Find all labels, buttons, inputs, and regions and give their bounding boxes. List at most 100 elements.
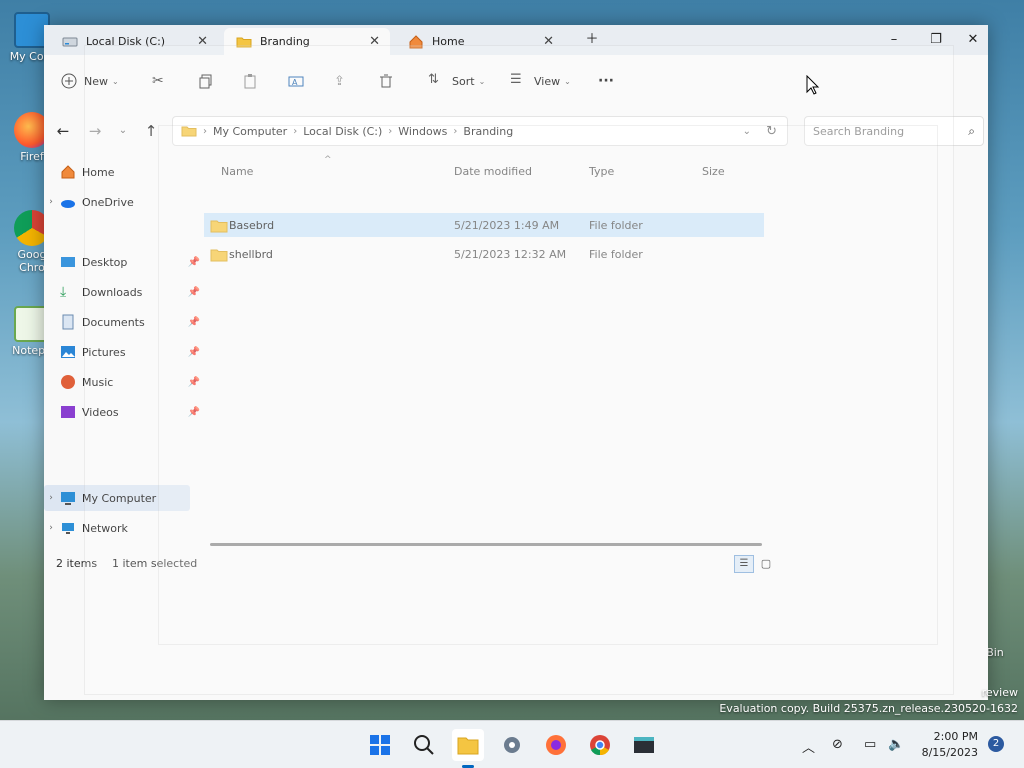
nav-item-label: Music (82, 375, 114, 389)
display-icon[interactable]: ▭ (864, 737, 876, 752)
column-header-date[interactable]: Date modified (454, 165, 532, 178)
chevron-down-icon: ⌄ (478, 76, 486, 86)
maximize-button[interactable]: ❐ (916, 28, 956, 52)
refresh-icon[interactable]: ↻ (766, 124, 777, 139)
nav-item-label: Pictures (82, 345, 126, 359)
gear-icon (504, 737, 520, 753)
tiles-view-button[interactable]: ▢ (756, 555, 776, 573)
chevron-right-icon[interactable]: › (44, 523, 58, 533)
chevron-right-icon: › (293, 125, 298, 137)
close-tab-icon[interactable]: ✕ (369, 34, 380, 49)
firefox-taskbar-button[interactable] (540, 729, 572, 761)
rename-button[interactable]: A (288, 69, 304, 93)
back-button[interactable]: ← (52, 120, 74, 142)
tab-branding[interactable]: Branding ✕ (224, 28, 390, 55)
pin-icon: 📌 (187, 376, 200, 388)
horizontal-scrollbar[interactable] (210, 543, 762, 546)
nav-item-my-computer[interactable]: › My Computer (44, 485, 190, 511)
nav-item-desktop[interactable]: Desktop 📌 (44, 249, 204, 275)
search-input[interactable]: Search Branding (813, 125, 904, 138)
address-row: ← → ⌄ ↑ › My Computer › Local Disk (C:) … (44, 111, 988, 149)
file-date: 5/21/2023 1:49 AM (454, 219, 560, 232)
recent-locations-button[interactable]: ⌄ (112, 120, 134, 142)
svg-text:A: A (292, 78, 298, 87)
monitor-icon (60, 490, 76, 506)
file-date: 5/21/2023 12:32 AM (454, 248, 567, 261)
file-explorer-taskbar-button[interactable] (452, 729, 484, 761)
nav-item-downloads[interactable]: ⤓ Downloads 📌 (44, 279, 204, 305)
breadcrumb-branding[interactable]: Branding (463, 125, 513, 138)
view-button-label: View (534, 74, 561, 88)
chevron-right-icon: › (203, 125, 207, 137)
network-status-icon[interactable]: ⊘ (832, 737, 843, 752)
chevron-right-icon: › (453, 125, 458, 137)
sort-button[interactable]: ⇅ Sort ⌄ (428, 69, 485, 93)
nav-item-label: Videos (82, 405, 119, 419)
breadcrumb-windows[interactable]: Windows (398, 125, 447, 138)
nav-item-label: Desktop (82, 255, 128, 269)
clock[interactable]: 2:00 PM 8/15/2023 (918, 729, 978, 761)
nav-item-label: Home (82, 165, 115, 179)
close-window-button[interactable]: ✕ (958, 28, 988, 52)
column-header-name[interactable]: Name (221, 165, 253, 178)
chevron-right-icon[interactable]: › (44, 493, 58, 503)
nav-item-pictures[interactable]: Pictures 📌 (44, 339, 204, 365)
more-options-button[interactable]: ··· (598, 69, 614, 93)
details-view-button[interactable]: ☰ (734, 555, 754, 573)
breadcrumb-local-disk[interactable]: Local Disk (C:) (303, 125, 382, 138)
nav-item-onedrive[interactable]: › OneDrive (44, 189, 204, 215)
video-icon (60, 404, 76, 420)
terminal-taskbar-button[interactable] (628, 729, 660, 761)
share-button[interactable]: ⇪ (334, 69, 345, 93)
nav-item-network[interactable]: › Network (44, 515, 204, 541)
paste-button[interactable] (242, 69, 258, 93)
mouse-cursor-icon (806, 75, 820, 95)
folder-icon (457, 737, 479, 755)
chevron-right-icon[interactable]: › (44, 197, 58, 207)
chrome-taskbar-button[interactable] (584, 729, 616, 761)
pin-icon: 📌 (187, 316, 200, 328)
tab-local-disk[interactable]: Local Disk (C:) ✕ (50, 28, 218, 55)
folder-icon (236, 34, 252, 50)
column-header-type[interactable]: Type (589, 165, 614, 178)
file-type: File folder (589, 248, 643, 261)
delete-button[interactable] (378, 69, 394, 93)
close-tab-icon[interactable]: ✕ (543, 34, 554, 49)
nav-item-documents[interactable]: Documents 📌 (44, 309, 204, 335)
search-box[interactable]: Search Branding ⌕ (804, 116, 984, 146)
new-tab-button[interactable]: ＋ (572, 28, 612, 52)
file-row[interactable]: Basebrd 5/21/2023 1:49 AM File folder (204, 213, 764, 237)
close-tab-icon[interactable]: ✕ (197, 34, 208, 49)
drive-icon (62, 34, 78, 50)
file-row[interactable]: shellbrd 5/21/2023 12:32 AM File folder (204, 242, 764, 266)
nav-item-music[interactable]: Music 📌 (44, 369, 204, 395)
chevron-down-icon: ⌄ (112, 76, 119, 86)
nav-item-videos[interactable]: Videos 📌 (44, 399, 204, 425)
selection-count: 1 item selected (112, 557, 198, 570)
minimize-button[interactable]: – (874, 28, 914, 52)
chevron-down-icon[interactable]: ⌄ (743, 126, 751, 137)
volume-icon[interactable]: 🔈 (888, 737, 904, 752)
cut-button[interactable]: ✂ (152, 69, 164, 93)
forward-button[interactable]: → (84, 120, 106, 142)
home-icon (408, 34, 424, 50)
search-button[interactable] (408, 729, 440, 761)
file-type: File folder (589, 219, 643, 232)
nav-item-home[interactable]: Home (44, 159, 204, 185)
document-icon (60, 314, 76, 330)
show-hidden-icons-button[interactable]: ︿ (802, 737, 815, 756)
start-button[interactable] (364, 729, 396, 761)
breadcrumb-my-computer[interactable]: My Computer (213, 125, 287, 138)
new-button[interactable]: New ⌄ (60, 69, 119, 93)
notification-badge[interactable]: 2 (988, 736, 1004, 752)
copy-button[interactable] (198, 69, 214, 93)
settings-taskbar-button[interactable] (496, 729, 528, 761)
view-button[interactable]: ☰ View ⌄ (510, 69, 571, 93)
column-header-size[interactable]: Size (702, 165, 725, 178)
desktop-icon (60, 254, 76, 270)
terminal-icon (634, 737, 654, 753)
up-button[interactable]: ↑ (140, 120, 162, 142)
tab-home[interactable]: Home ✕ (396, 28, 564, 55)
address-bar[interactable]: › My Computer › Local Disk (C:) › Window… (172, 116, 788, 146)
folder-icon (210, 219, 228, 233)
